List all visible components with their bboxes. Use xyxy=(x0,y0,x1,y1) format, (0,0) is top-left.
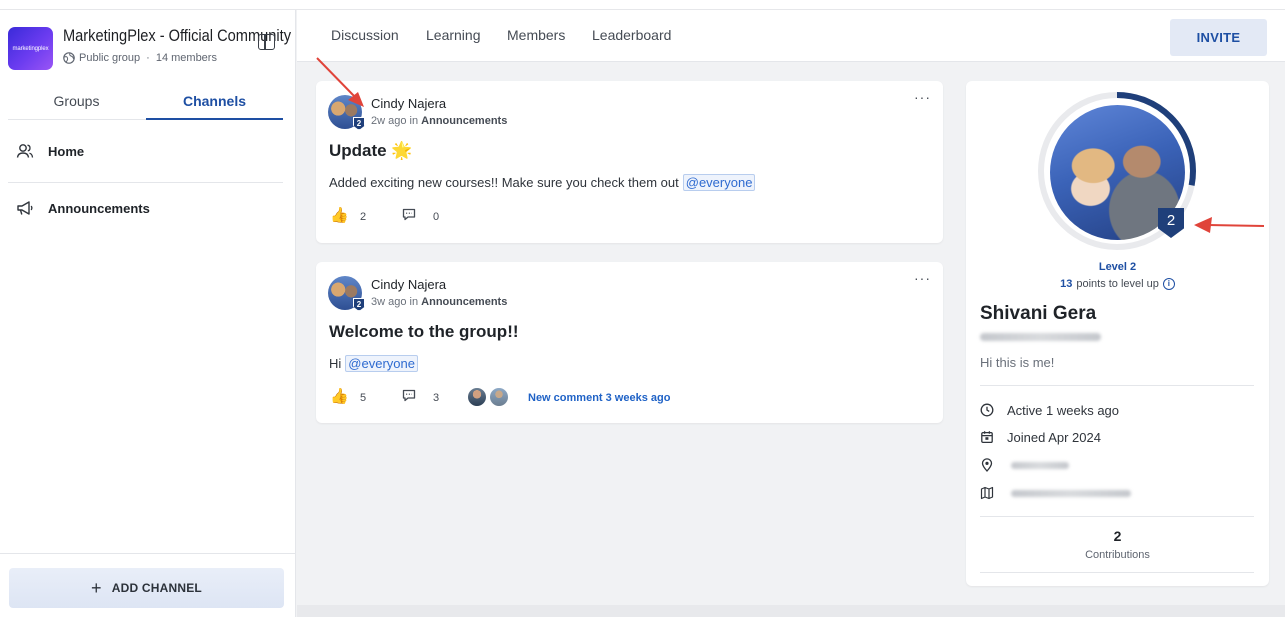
post-card: 2 Cindy Najera 2w ago in Announcements ·… xyxy=(316,81,943,243)
group-meta: Public group · 14 members xyxy=(63,52,217,64)
post-time: 2w ago in xyxy=(371,115,419,127)
sidebar-bottom-divider xyxy=(0,553,296,554)
left-sidebar: marketingplex MarketingPlex - Official C… xyxy=(0,10,296,617)
contributions-count: 2 xyxy=(1113,528,1122,544)
clock-icon xyxy=(980,403,994,417)
avatar xyxy=(467,387,487,407)
level-badge-icon: 2 xyxy=(353,117,365,130)
meta-separator: · xyxy=(146,52,150,64)
post-reactions: 👍 2 0 xyxy=(330,208,930,226)
tab-members[interactable]: Members xyxy=(507,27,565,43)
points-to-level: 13 points to level up i xyxy=(966,278,1269,290)
points-suffix: points to level up xyxy=(1076,278,1159,290)
author-avatar[interactable]: 2 xyxy=(328,95,365,130)
megaphone-icon xyxy=(17,201,33,215)
invite-button[interactable]: INVITE xyxy=(1170,19,1267,56)
post-meta: 2w ago in Announcements xyxy=(371,115,507,127)
post-body: Added exciting new courses!! Make sure y… xyxy=(329,174,756,191)
group-header: marketingplex MarketingPlex - Official C… xyxy=(8,24,291,72)
profile-joined-row: Joined Apr 2024 xyxy=(980,428,1101,446)
thumbs-up-icon[interactable]: 👍 xyxy=(330,208,349,224)
post-reactions: 👍 5 3 New comment 3 weeks ago xyxy=(330,387,930,407)
new-comment-link[interactable]: New comment 3 weeks ago xyxy=(528,392,670,404)
author-avatar[interactable]: 2 xyxy=(328,276,365,311)
post-body: Hi @everyone xyxy=(329,355,418,372)
post-time: 3w ago in xyxy=(371,296,419,308)
post-meta: 3w ago in Announcements xyxy=(371,296,507,308)
avatar xyxy=(489,387,509,407)
location-pin-icon xyxy=(981,458,993,472)
commenter-avatars[interactable] xyxy=(467,387,513,407)
tab-channels[interactable]: Channels xyxy=(146,86,283,120)
level-badge-icon: 2 xyxy=(353,298,365,311)
comment-count: 3 xyxy=(433,392,440,404)
level-label: Level 2 xyxy=(1098,261,1137,273)
like-count: 5 xyxy=(360,392,367,404)
channel-item-home[interactable]: Home xyxy=(16,138,276,164)
group-logo-text: marketingplex xyxy=(12,45,49,52)
group-member-count: 14 members xyxy=(155,52,217,64)
people-icon xyxy=(16,144,34,158)
add-channel-label: ADD CHANNEL xyxy=(111,581,202,595)
profile-map-row xyxy=(980,484,1131,502)
channel-item-announcements[interactable]: Announcements xyxy=(16,195,276,221)
comment-icon[interactable] xyxy=(402,389,416,406)
profile-name: Shivani Gera xyxy=(980,303,1097,324)
info-icon[interactable]: i xyxy=(1162,278,1175,290)
thumbs-up-icon[interactable]: 👍 xyxy=(330,389,349,405)
comment-count: 0 xyxy=(433,211,440,223)
collapse-sidebar-icon[interactable] xyxy=(258,34,275,50)
profile-divider xyxy=(980,516,1254,517)
more-options-icon[interactable]: ··· xyxy=(914,89,931,105)
tab-leaderboard[interactable]: Leaderboard xyxy=(592,27,671,43)
calendar-icon xyxy=(981,431,993,444)
mention-everyone[interactable]: @everyone xyxy=(345,355,418,372)
post-card: 2 Cindy Najera 3w ago in Announcements ·… xyxy=(316,262,943,423)
tab-groups[interactable]: Groups xyxy=(8,86,145,120)
redacted-location xyxy=(1011,461,1069,469)
profile-bio: Hi this is me! xyxy=(980,355,1055,370)
channel-divider xyxy=(8,182,283,183)
comment-icon[interactable] xyxy=(402,208,416,225)
post-body-text: Added exciting new courses!! Make sure y… xyxy=(329,175,679,190)
joined-text: Joined Apr 2024 xyxy=(1007,429,1101,445)
top-navigation: Discussion Learning Members Leaderboard … xyxy=(297,10,1285,62)
tab-discussion[interactable]: Discussion xyxy=(331,27,399,43)
globe-icon xyxy=(63,52,75,64)
channel-label-announcements: Announcements xyxy=(48,200,150,216)
redacted-handle xyxy=(980,333,1101,341)
add-channel-button[interactable]: + ADD CHANNEL xyxy=(9,568,284,608)
channel-label-home: Home xyxy=(48,143,85,159)
profile-divider xyxy=(980,385,1254,386)
post-body-text: Hi xyxy=(329,356,342,371)
contributions-label: Contributions xyxy=(1085,549,1150,561)
profile-location-row xyxy=(980,456,1069,474)
post-channel[interactable]: Announcements xyxy=(421,296,507,308)
group-logo[interactable]: marketingplex xyxy=(8,27,53,70)
profile-divider xyxy=(980,572,1254,573)
sidebar-tabs: Groups Channels xyxy=(8,86,283,120)
profile-active-row: Active 1 weeks ago xyxy=(980,401,1119,419)
like-count: 2 xyxy=(360,211,367,223)
mention-everyone[interactable]: @everyone xyxy=(682,174,756,191)
bottom-strip xyxy=(297,605,1285,617)
post-title[interactable]: Update 🌟 xyxy=(329,141,413,161)
redacted-map-value xyxy=(1011,489,1131,497)
post-channel[interactable]: Announcements xyxy=(421,115,507,127)
tab-learning[interactable]: Learning xyxy=(426,27,481,43)
top-edge-bar xyxy=(0,0,1285,10)
group-visibility: Public group xyxy=(79,52,141,64)
map-icon xyxy=(980,486,994,500)
post-title[interactable]: Welcome to the group!! xyxy=(329,322,519,342)
profile-card: 2 Level 2 13 points to level up i Shivan… xyxy=(966,81,1269,586)
active-text: Active 1 weeks ago xyxy=(1007,402,1120,418)
post-author[interactable]: Cindy Najera xyxy=(371,96,446,111)
more-options-icon[interactable]: ··· xyxy=(914,270,931,286)
group-name[interactable]: MarketingPlex - Official Community xyxy=(63,26,291,46)
post-author[interactable]: Cindy Najera xyxy=(371,277,446,292)
points-value: 13 xyxy=(1060,278,1073,290)
plus-icon: + xyxy=(91,578,102,598)
